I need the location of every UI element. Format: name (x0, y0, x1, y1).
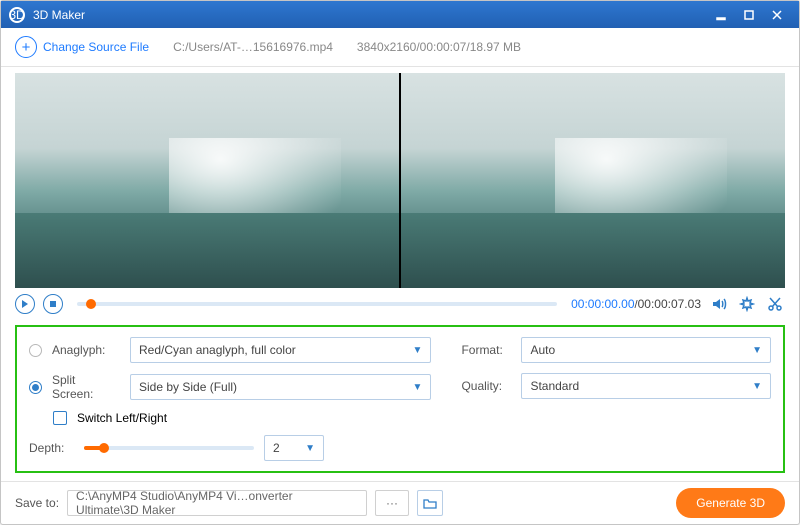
app-title: 3D Maker (33, 8, 707, 22)
plus-icon: + (15, 36, 37, 58)
anaglyph-label: Anaglyph: (52, 343, 120, 357)
quality-row: Quality: Standard ▼ (461, 373, 771, 399)
switch-row: Switch Left/Right (29, 411, 431, 425)
total-time: 00:00:07.03 (638, 297, 701, 311)
split-screen-radio[interactable] (29, 381, 42, 394)
depth-select[interactable]: 2▼ (264, 435, 324, 461)
maximize-button[interactable] (735, 5, 763, 25)
settings-left: Anaglyph: Red/Cyan anaglyph, full color ▼… (29, 337, 431, 461)
source-file-path: C:/Users/AT-…15616976.mp4 (173, 40, 333, 54)
stop-button[interactable] (43, 294, 63, 314)
settings-right: Format: Auto ▼ Quality: Standard ▼ (461, 337, 771, 461)
timeline-knob[interactable] (86, 299, 96, 309)
generate-3d-button[interactable]: Generate 3D (676, 488, 785, 518)
settings-panel: Anaglyph: Red/Cyan anaglyph, full color ▼… (15, 325, 785, 473)
current-time: 00:00:00.00 (571, 297, 634, 311)
footer: Save to: C:\AnyMP4 Studio\AnyMP4 Vi…onve… (1, 481, 799, 524)
app-window: 3D 3D Maker + Change Source File C:/User… (0, 0, 800, 525)
open-folder-button[interactable] (417, 490, 443, 516)
change-source-label: Change Source File (43, 40, 149, 54)
chevron-down-icon: ▼ (305, 443, 315, 454)
quality-select[interactable]: Standard ▼ (521, 373, 771, 399)
anaglyph-select[interactable]: Red/Cyan anaglyph, full color ▼ (130, 337, 431, 363)
anaglyph-value: Red/Cyan anaglyph, full color (139, 343, 296, 357)
format-select[interactable]: Auto ▼ (521, 337, 771, 363)
depth-label: Depth: (29, 441, 74, 455)
app-logo-icon: 3D (9, 7, 25, 23)
depth-knob[interactable] (99, 443, 109, 453)
title-bar: 3D 3D Maker (1, 1, 799, 28)
change-source-button[interactable]: + Change Source File (15, 36, 149, 58)
depth-slider[interactable] (84, 446, 254, 450)
anaglyph-row: Anaglyph: Red/Cyan anaglyph, full color ▼ (29, 337, 431, 363)
depth-row: Depth: 2▼ (29, 435, 431, 461)
chevron-down-icon: ▼ (752, 345, 762, 356)
split-screen-row: Split Screen: Side by Side (Full) ▼ (29, 373, 431, 401)
depth-value: 2 (273, 441, 280, 455)
browse-button[interactable]: ··· (375, 490, 409, 516)
split-screen-value: Side by Side (Full) (139, 380, 237, 394)
source-file-info: 3840x2160/00:00:07/18.97 MB (357, 40, 521, 54)
preview-right-frame (401, 73, 785, 288)
minimize-button[interactable] (707, 5, 735, 25)
volume-button[interactable] (709, 294, 729, 314)
play-button[interactable] (15, 294, 35, 314)
chevron-down-icon: ▼ (413, 382, 423, 393)
snapshot-button[interactable] (737, 294, 757, 314)
timeline-slider[interactable] (77, 302, 557, 306)
toolbar: + Change Source File C:/Users/AT-…156169… (1, 28, 799, 67)
format-label: Format: (461, 343, 511, 357)
format-row: Format: Auto ▼ (461, 337, 771, 363)
quality-value: Standard (530, 379, 579, 393)
save-path-field[interactable]: C:\AnyMP4 Studio\AnyMP4 Vi…onverter Ulti… (67, 490, 367, 516)
switch-left-right-checkbox[interactable] (53, 411, 67, 425)
quality-label: Quality: (461, 379, 511, 393)
generate-label: Generate 3D (696, 496, 765, 510)
save-to-label: Save to: (15, 496, 59, 510)
chevron-down-icon: ▼ (752, 381, 762, 392)
cut-button[interactable] (765, 294, 785, 314)
switch-left-right-label: Switch Left/Right (77, 411, 167, 425)
close-button[interactable] (763, 5, 791, 25)
chevron-down-icon: ▼ (413, 345, 423, 356)
player-bar: 00:00:00.00/00:00:07.03 (1, 288, 799, 321)
anaglyph-radio[interactable] (29, 344, 42, 357)
video-preview (15, 73, 785, 288)
split-screen-select[interactable]: Side by Side (Full) ▼ (130, 374, 431, 400)
preview-left-frame (15, 73, 399, 288)
split-screen-label: Split Screen: (52, 373, 120, 401)
format-value: Auto (530, 343, 555, 357)
time-counter: 00:00:00.00/00:00:07.03 (571, 297, 701, 311)
